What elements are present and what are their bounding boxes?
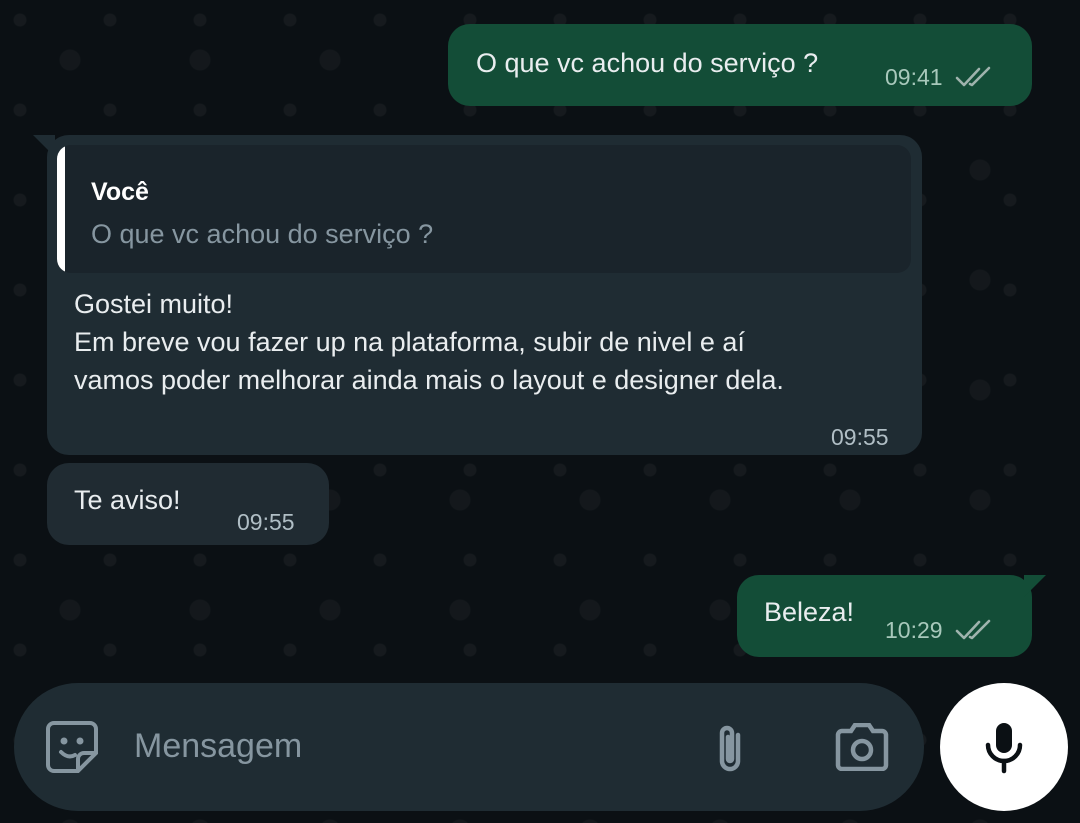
sticker-icon[interactable] xyxy=(44,719,100,775)
message-meta: 09:41 xyxy=(885,58,997,96)
message-incoming[interactable]: Te aviso! 09:55 xyxy=(47,463,329,545)
message-meta: 09:55 xyxy=(831,418,889,456)
message-meta: 09:55 xyxy=(237,503,295,541)
bubble-tail xyxy=(1024,575,1046,597)
message-text: O que vc achou do serviço ? xyxy=(476,48,819,78)
message-time: 09:55 xyxy=(237,509,295,535)
quote-author: Você xyxy=(91,178,149,206)
paperclip-icon[interactable] xyxy=(708,721,752,777)
message-incoming-reply[interactable]: Você O que vc achou do serviço ? Gostei … xyxy=(33,135,922,456)
message-outgoing[interactable]: O que vc achou do serviço ? 09:41 xyxy=(448,24,1032,106)
camera-icon[interactable] xyxy=(834,723,890,771)
message-text: Beleza! xyxy=(764,597,855,627)
message-meta: 10:29 xyxy=(885,611,997,649)
message-time: 09:55 xyxy=(831,424,889,450)
message-time: 09:41 xyxy=(885,64,943,90)
message-composer[interactable]: Mensagem xyxy=(14,683,924,811)
quote-accent-bar xyxy=(57,145,65,273)
message-text: Gostei muito! Em breve vou fazer up na p… xyxy=(74,289,784,395)
double-check-icon xyxy=(955,66,990,87)
double-check-icon xyxy=(955,619,990,640)
microphone-button[interactable] xyxy=(940,683,1068,811)
microphone-icon xyxy=(985,723,1023,774)
message-text: Te aviso! xyxy=(74,485,181,515)
quoted-message[interactable]: Você O que vc achou do serviço ? xyxy=(57,145,911,273)
quote-text: O que vc achou do serviço ? xyxy=(91,219,434,249)
message-input[interactable]: Mensagem xyxy=(134,727,302,766)
message-outgoing[interactable]: Beleza! 10:29 xyxy=(737,575,1046,657)
message-time: 10:29 xyxy=(885,617,943,643)
bubble-tail xyxy=(33,135,55,157)
